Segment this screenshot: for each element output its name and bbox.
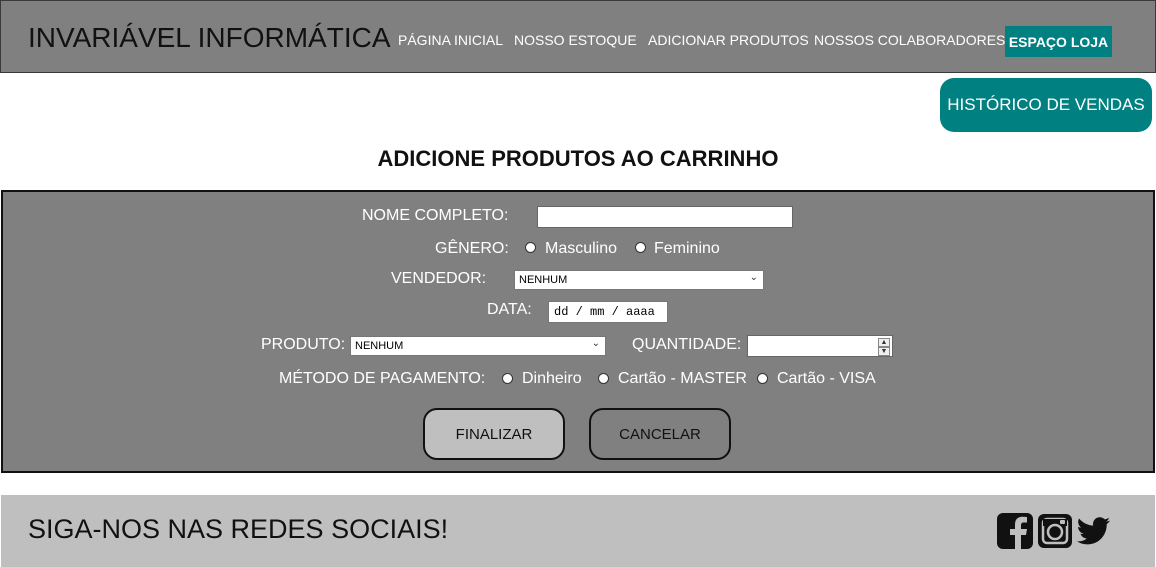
twitter-icon[interactable] bbox=[1076, 513, 1112, 549]
product-label: PRODUTO: bbox=[261, 336, 346, 353]
nav-stock[interactable]: NOSSO ESTOQUE bbox=[514, 32, 637, 48]
payment-visa-radio[interactable] bbox=[757, 373, 768, 384]
seller-select-value: NENHUM bbox=[519, 274, 568, 286]
cancel-button[interactable]: CANCELAR bbox=[589, 408, 731, 460]
gender-female-label[interactable]: Feminino bbox=[654, 240, 720, 258]
date-label: DATA: bbox=[487, 301, 532, 318]
payment-cash-label[interactable]: Dinheiro bbox=[522, 370, 582, 388]
gender-male-radio[interactable] bbox=[525, 242, 536, 253]
top-navbar: INVARIÁVEL INFORMÁTICA PÁGINA INICIAL NO… bbox=[0, 0, 1156, 73]
nav-store-active[interactable]: ESPAÇO LOJA bbox=[1005, 26, 1112, 57]
payment-master-label[interactable]: Cartão - MASTER bbox=[618, 370, 747, 388]
chevron-down-icon: ⌄ bbox=[591, 338, 600, 349]
facebook-icon[interactable] bbox=[997, 513, 1033, 549]
footer: SIGA-NOS NAS REDES SOCIAIS! bbox=[1, 495, 1155, 567]
nav-add-products[interactable]: ADICIONAR PRODUTOS bbox=[648, 32, 809, 48]
payment-master-radio[interactable] bbox=[598, 373, 609, 384]
gender-male-label[interactable]: Masculino bbox=[545, 240, 617, 258]
payment-cash-radio[interactable] bbox=[502, 373, 513, 384]
sales-history-button[interactable]: HISTÓRICO DE VENDAS bbox=[940, 78, 1152, 132]
product-select[interactable]: NENHUM ⌄ bbox=[350, 336, 606, 356]
seller-label: VENDEDOR: bbox=[391, 270, 487, 287]
name-input[interactable] bbox=[537, 206, 793, 228]
footer-text: SIGA-NOS NAS REDES SOCIAIS! bbox=[28, 514, 449, 544]
page-title: ADICIONE PRODUTOS AO CARRINHO bbox=[377, 146, 779, 171]
instagram-icon[interactable] bbox=[1037, 513, 1073, 549]
gender-label: GÊNERO: bbox=[435, 240, 509, 257]
date-input[interactable]: dd / mm / aaaa bbox=[548, 301, 668, 323]
quantity-input[interactable]: ▲ ▼ bbox=[747, 335, 893, 357]
cart-form: NOME COMPLETO: GÊNERO: Masculino Feminin… bbox=[1, 190, 1155, 473]
payment-visa-label[interactable]: Cartão - VISA bbox=[777, 370, 876, 388]
brand-title: INVARIÁVEL INFORMÁTICA bbox=[28, 22, 391, 53]
payment-label: MÉTODO DE PAGAMENTO: bbox=[279, 370, 486, 387]
quantity-label: QUANTIDADE: bbox=[632, 336, 742, 353]
stepper-up-icon[interactable]: ▲ bbox=[878, 338, 890, 347]
name-label: NOME COMPLETO: bbox=[362, 207, 509, 224]
seller-select[interactable]: NENHUM ⌄ bbox=[514, 270, 764, 290]
nav-home[interactable]: PÁGINA INICIAL bbox=[398, 32, 503, 48]
product-select-value: NENHUM bbox=[355, 340, 404, 352]
finish-button[interactable]: FINALIZAR bbox=[423, 408, 565, 460]
stepper-down-icon[interactable]: ▼ bbox=[878, 347, 890, 356]
nav-collaborators[interactable]: NOSSOS COLABORADORES bbox=[814, 32, 1005, 48]
chevron-down-icon: ⌄ bbox=[749, 272, 758, 283]
quantity-stepper[interactable]: ▲ ▼ bbox=[878, 338, 890, 356]
gender-female-radio[interactable] bbox=[635, 242, 646, 253]
